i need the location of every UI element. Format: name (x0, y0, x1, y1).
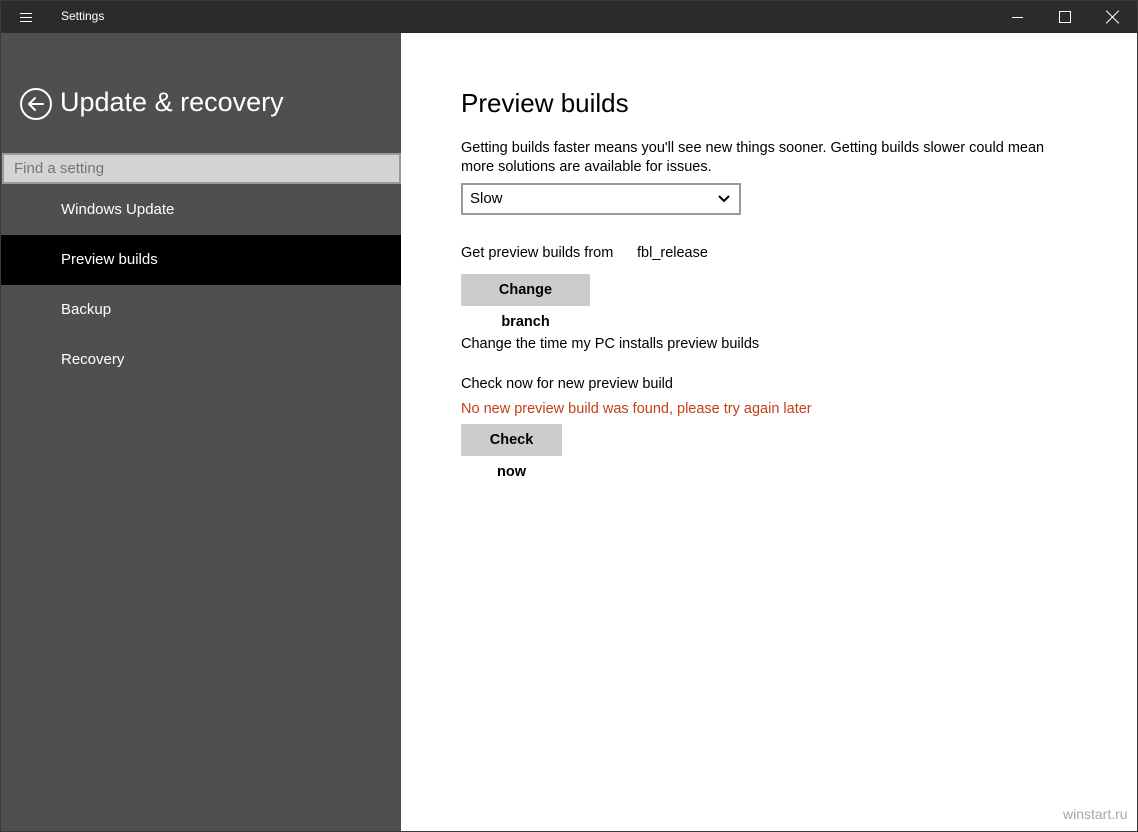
minimize-icon (1011, 16, 1023, 18)
speed-description: Getting builds faster means you'll see n… (461, 140, 1045, 175)
sidebar-item-windows-update[interactable]: Windows Update (1, 185, 401, 235)
search-input[interactable] (2, 153, 401, 184)
branch-value: fbl_release (637, 245, 708, 261)
main-content: Preview builds Getting builds faster mea… (401, 33, 1137, 831)
sidebar-item-backup[interactable]: Backup (1, 285, 401, 335)
window-title: Settings (61, 9, 105, 23)
back-button[interactable] (20, 88, 52, 120)
check-now-button[interactable]: Check now (461, 424, 562, 480)
back-arrow-icon (28, 97, 44, 111)
status-message: No new preview build was found, please t… (461, 401, 812, 417)
maximize-icon (1059, 11, 1071, 23)
chevron-down-icon (718, 195, 730, 203)
sidebar-title: Update & recovery (60, 87, 284, 117)
close-button[interactable] (1090, 1, 1136, 33)
check-now-label: Check now for new preview build (461, 376, 673, 392)
build-speed-value: Slow (470, 190, 503, 207)
settings-window: Settings Update & recovery Windows Updat… (0, 0, 1138, 832)
close-icon (1106, 10, 1120, 24)
page-title: Preview builds (461, 88, 629, 118)
minimize-button[interactable] (994, 1, 1040, 33)
title-bar: Settings (1, 1, 1137, 33)
change-install-time-link[interactable]: Change the time my PC installs preview b… (461, 336, 759, 352)
sidebar-item-preview-builds[interactable]: Preview builds (1, 235, 401, 285)
sidebar: Update & recovery Windows Update Preview… (1, 33, 401, 831)
hamburger-menu-icon[interactable] (11, 5, 41, 29)
build-speed-dropdown[interactable]: Slow (461, 183, 741, 215)
sidebar-item-recovery[interactable]: Recovery (1, 335, 401, 385)
watermark: winstart.ru (1063, 806, 1128, 822)
branch-label: Get preview builds from (461, 245, 614, 261)
change-branch-button[interactable]: Change branch (461, 274, 590, 330)
maximize-button[interactable] (1042, 1, 1088, 33)
